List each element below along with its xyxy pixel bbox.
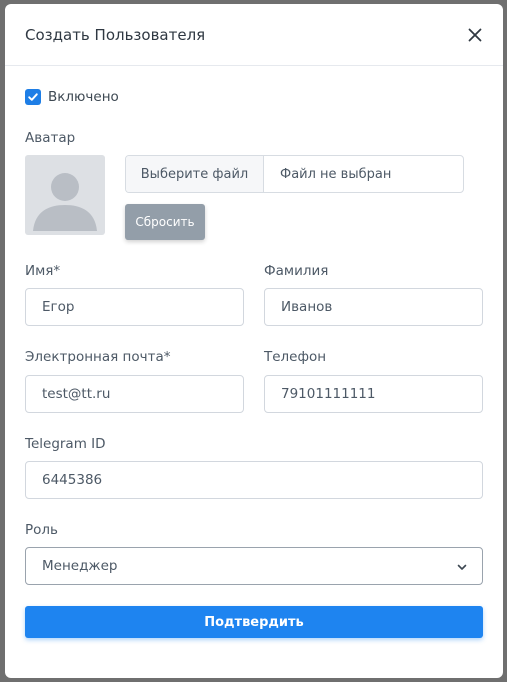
email-field[interactable]: test@tt.ru [25,375,244,413]
checkmark-icon [28,93,38,101]
user-silhouette-icon [33,173,97,231]
avatar-placeholder [25,155,105,235]
email-label: Электронная почта* [25,349,171,365]
avatar-label: Аватар [25,130,76,146]
enabled-checkbox[interactable] [25,89,41,105]
last-name-field[interactable]: Иванов [264,288,483,326]
modal-header: Создать Пользователя [5,4,503,66]
close-icon[interactable] [465,25,485,45]
first-name-field[interactable]: Егор [25,288,244,326]
submit-button[interactable]: Подтвердить [25,606,483,638]
chevron-down-icon [456,561,468,577]
last-name-label: Фамилия [264,263,329,279]
enabled-label: Включено [48,89,119,105]
role-selected-value: Менеджер [42,558,118,574]
role-label: Роль [25,522,58,538]
reset-avatar-button[interactable]: Сбросить [125,204,205,240]
create-user-modal: Создать Пользователя Включено Аватар Выб… [5,4,503,678]
modal-title: Создать Пользователя [25,25,206,44]
role-select[interactable]: Менеджер [25,547,483,585]
first-name-label: Имя* [25,263,61,279]
telegram-id-field[interactable]: 6445386 [25,461,483,499]
enabled-checkbox-row[interactable]: Включено [25,89,119,105]
telegram-label: Telegram ID [25,436,106,452]
phone-label: Телефон [264,349,327,365]
file-status-text: Файл не выбран [280,166,392,182]
phone-field[interactable]: 79101111111 [264,375,483,413]
avatar-file-input[interactable]: Выберите файл Файл не выбран [125,155,464,193]
choose-file-button[interactable]: Выберите файл [126,156,264,192]
